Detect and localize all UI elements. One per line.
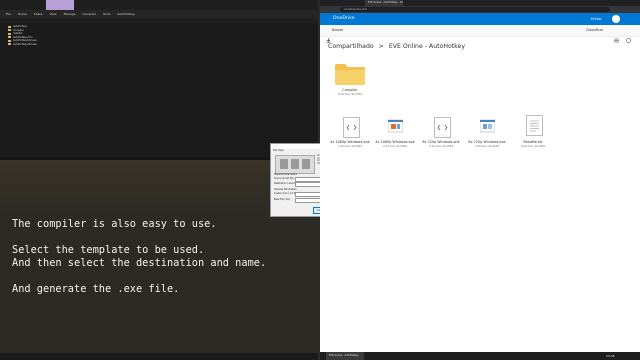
download-button[interactable]: Baixar: [332, 25, 343, 36]
source-label: Source (script file): [274, 177, 295, 180]
folder-icon: [8, 32, 11, 35]
folder-date: 9 de mar. de 2019: [338, 93, 362, 96]
file-name[interactable]: 6x 720p Windows.ahk: [416, 140, 466, 144]
file-name[interactable]: 4x 1080p Windows.ahk: [325, 140, 375, 144]
basefile-label: Base File (.bin): [274, 198, 291, 201]
ribbon-autohotkey[interactable]: AutoHotkey: [117, 10, 134, 18]
sort-button[interactable]: Classificar: [586, 25, 603, 36]
folder-name[interactable]: Compiler: [325, 88, 375, 92]
text-file-icon[interactable]: [526, 115, 543, 136]
breadcrumb-separator: >: [378, 43, 384, 50]
exe-file-icon[interactable]: [387, 117, 404, 136]
folder-icon: [8, 29, 11, 31]
app-launcher-icon[interactable]: [323, 16, 329, 31]
left-taskbar: [0, 353, 318, 360]
ribbon-home[interactable]: Home: [18, 10, 27, 18]
file-icon: [8, 39, 11, 42]
explorer-address-bar[interactable]: [0, 18, 318, 23]
folder-icon: [8, 25, 11, 28]
explorer-ribbon: File Home Share View Manage Compiler Too…: [0, 10, 318, 18]
logo-glyph: [302, 159, 310, 169]
avatar[interactable]: [612, 15, 620, 23]
list-item[interactable]: AutoHotkeyU32.exe: [8, 43, 128, 46]
sign-in-link[interactable]: Entrar: [591, 13, 602, 25]
caption-line: The compiler is also easy to use.: [12, 218, 217, 230]
file-name[interactable]: ReadMe.txt: [508, 140, 558, 144]
explorer-manage-tab[interactable]: [46, 0, 74, 10]
ribbon-file[interactable]: File: [6, 10, 11, 18]
file-date: 2 de mar. de 2019: [429, 145, 453, 148]
exe-file-icon[interactable]: [479, 117, 496, 136]
address-bar[interactable]: onedrive.live.com: [340, 7, 610, 12]
script-file-icon[interactable]: [343, 117, 360, 138]
caption-line: And then select the destination and name…: [12, 257, 267, 269]
clock: 13:45: [606, 354, 615, 358]
file-date: 2 de mar. de 2019: [383, 145, 407, 148]
app-title[interactable]: OneDrive: [333, 13, 355, 25]
file-explorer-window: [0, 0, 318, 160]
ahk-logo: [275, 155, 315, 174]
caption-line: Select the template to be used.: [12, 244, 205, 256]
file-date: 9 de mar. de 2019: [521, 145, 545, 148]
download-icon: [326, 28, 331, 43]
view-icon[interactable]: [614, 28, 619, 43]
dialog-menu[interactable]: File Help: [273, 149, 284, 152]
browser-window: [320, 0, 640, 360]
ribbon-share[interactable]: Share: [34, 10, 43, 18]
url-text: onedrive.live.com: [344, 8, 368, 11]
taskbar-item[interactable]: EVE Online - AutoHotkey: [326, 352, 364, 360]
logo-glyph: [291, 159, 299, 169]
file-icon: [8, 36, 11, 38]
logo-glyph: [280, 159, 288, 169]
breadcrumb: Compartilhado > EVE Online - AutoHotkey: [328, 43, 465, 50]
file-name[interactable]: 6x 720p Windows.exe: [462, 140, 512, 144]
tutorial-caption: The compiler is also easy to use. Select…: [12, 218, 312, 296]
taskbar-item-label: EVE Online - AutoHotkey: [329, 354, 359, 357]
section-label: Required Parameters: [274, 173, 297, 176]
gear-icon[interactable]: [566, 16, 572, 31]
help-icon[interactable]: [578, 16, 584, 31]
caption-line: [12, 270, 312, 283]
script-file-icon[interactable]: [434, 117, 451, 138]
folder-icon[interactable]: [335, 63, 365, 85]
ribbon-view[interactable]: View: [49, 10, 56, 18]
ribbon-tools[interactable]: Tools: [103, 10, 110, 18]
file-date: 2 de mar. de 2019: [475, 145, 499, 148]
ribbon-compiler[interactable]: Compiler: [82, 10, 96, 18]
info-icon[interactable]: [626, 28, 631, 43]
breadcrumb-root[interactable]: Compartilhado: [328, 43, 374, 50]
section-label: Optional Parameters: [274, 188, 297, 191]
breadcrumb-current: EVE Online - AutoHotkey: [388, 43, 466, 50]
file-date: 2 de mar. de 2019: [338, 145, 362, 148]
file-icon: [8, 43, 11, 45]
file-name[interactable]: 4x 1080p Windows.exe: [370, 140, 420, 144]
caption-line: And generate the .exe file.: [12, 283, 180, 295]
file-name: AutoHotkeyU32.exe: [13, 42, 37, 46]
ribbon-manage[interactable]: Manage: [64, 10, 76, 18]
right-taskbar: [320, 352, 640, 360]
caption-line: [12, 231, 312, 244]
